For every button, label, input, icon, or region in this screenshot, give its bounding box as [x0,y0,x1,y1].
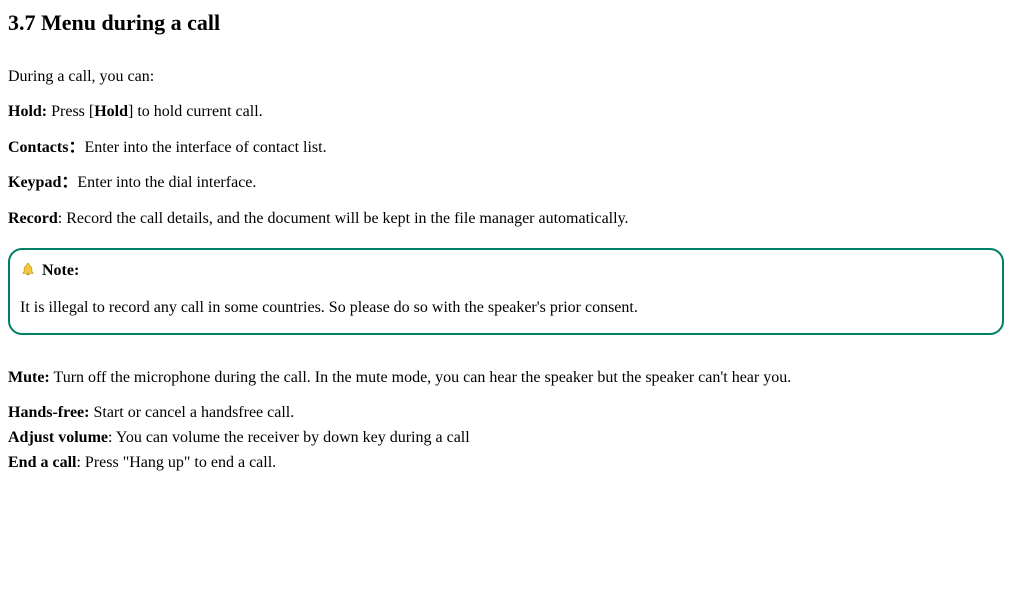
item-handsfree-text: Start or cancel a handsfree call. [89,404,294,421]
item-end-call-text: : Press "Hang up" to end a call. [76,454,276,471]
item-keypad-text: Enter into the dial interface. [77,174,256,191]
note-body: It is illegal to record any call in some… [20,297,992,319]
item-handsfree: Hands-free: Start or cancel a handsfree … [8,402,1004,424]
item-contacts-label: Contacts： [8,139,84,156]
bell-icon [20,262,36,278]
item-record: Record: Record the call details, and the… [8,208,1004,230]
section-heading: 3.7 Menu during a call [8,8,1004,38]
item-end-call: End a call: Press "Hang up" to end a cal… [8,452,1004,474]
item-adjust-volume-label: Adjust volume [8,429,108,446]
item-adjust-volume-text: : You can volume the receiver by down ke… [108,429,470,446]
item-hold-inner-bold: Hold [94,103,128,120]
note-header: Note: [20,260,992,282]
item-adjust-volume: Adjust volume: You can volume the receiv… [8,427,1004,449]
item-mute: Mute: Turn off the microphone during the… [8,367,1004,389]
item-keypad: Keypad：Enter into the dial interface. [8,172,1004,194]
item-mute-label: Mute: [8,369,50,386]
item-end-call-label: End a call [8,454,76,471]
item-hold-text-before: Press [ [47,103,94,120]
item-handsfree-label: Hands-free: [8,404,89,421]
note-box: Note: It is illegal to record any call i… [8,248,1004,335]
item-contacts-text: Enter into the interface of contact list… [84,139,326,156]
item-hold: Hold: Press [Hold] to hold current call. [8,101,1004,123]
item-mute-text: Turn off the microphone during the call.… [50,369,791,386]
item-hold-label: Hold: [8,103,47,120]
item-hold-text-after: ] to hold current call. [128,103,263,120]
item-record-text: : Record the call details, and the docum… [58,210,629,227]
item-contacts: Contacts：Enter into the interface of con… [8,137,1004,159]
intro-text: During a call, you can: [8,66,1004,88]
item-record-label: Record [8,210,58,227]
item-keypad-label: Keypad： [8,174,77,191]
note-title: Note: [42,260,79,282]
